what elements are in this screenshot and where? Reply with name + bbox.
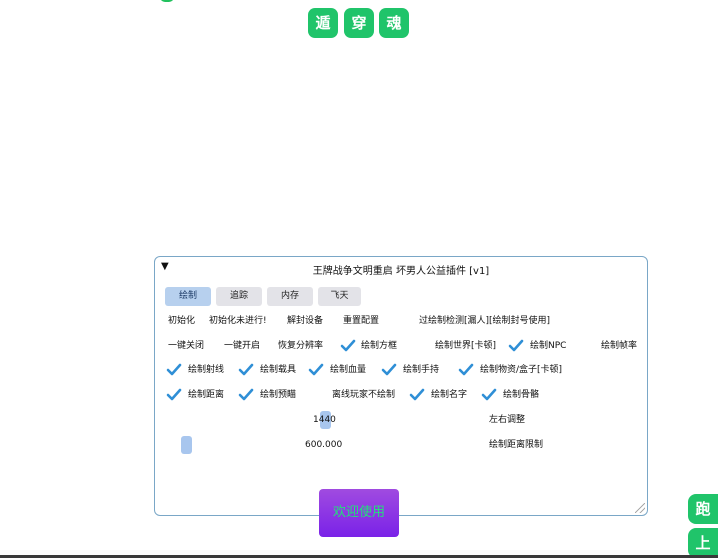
draw-distance-limit-value: 600.000 [305, 440, 343, 450]
draw-vehicle-check-icon[interactable] [238, 363, 254, 377]
cheat-panel: ▼ 王牌战争文明重启 坏男人公益插件 [v1] 绘制 追踪 内存 飞天 初始化 … [154, 256, 648, 516]
status-indicator-icon [160, 0, 174, 2]
draw-held-check-icon[interactable] [381, 363, 397, 377]
restore-resolution-button[interactable]: 恢复分辨率 [278, 339, 323, 353]
tab-fly[interactable]: 飞天 [318, 287, 361, 306]
open-all-button[interactable]: 一键开启 [224, 339, 260, 353]
offline-player-option[interactable]: 离线玩家不绘制 [332, 388, 395, 402]
draw-distance-label: 绘制距离 [188, 390, 225, 400]
tab-track[interactable]: 追踪 [216, 287, 262, 306]
reset-config-button[interactable]: 重置配置 [343, 314, 379, 328]
draw-supplies-check-icon[interactable] [458, 363, 474, 377]
draw-held-label: 绘制手持 [403, 365, 440, 375]
draw-box-label: 绘制方框 [361, 341, 398, 351]
draw-health-check-icon[interactable] [308, 363, 324, 377]
draw-skeleton-label: 绘制骨骼 [503, 390, 540, 400]
draw-world-option[interactable]: 绘制世界[卡顿] [435, 339, 496, 353]
draw-name-check-icon[interactable] [409, 388, 425, 402]
top-button-1[interactable]: 遁 [308, 8, 338, 38]
draw-distance-limit-label: 绘制距离限制 [489, 440, 544, 450]
draw-name-label: 绘制名字 [431, 390, 468, 400]
bypass-detection-button[interactable]: 过绘制检测[漏人][绘制封号使用] [419, 314, 550, 328]
welcome-button[interactable]: 欢迎使用 [319, 489, 399, 537]
draw-aim-label: 绘制预瞄 [260, 390, 297, 400]
draw-npc-label: 绘制NPC [530, 341, 567, 351]
draw-ray-label: 绘制射线 [188, 365, 225, 375]
draw-ray-check-icon[interactable] [166, 363, 182, 377]
draw-health-label: 绘制血量 [330, 365, 367, 375]
draw-skeleton-check-icon[interactable] [481, 388, 497, 402]
draw-distance-limit-slider[interactable] [181, 436, 192, 454]
top-button-3[interactable]: 魂 [379, 8, 409, 38]
resize-handle-icon[interactable] [635, 503, 645, 513]
draw-npc-check-icon[interactable] [508, 339, 524, 353]
horizontal-adjust-value: 1440 [313, 415, 336, 425]
draw-supplies-label: 绘制物资/盒子[卡顿] [480, 365, 563, 375]
panel-title: 王牌战争文明重启 坏男人公益插件 [v1] [312, 266, 490, 277]
draw-distance-check-icon[interactable] [166, 388, 182, 402]
unban-device-button[interactable]: 解封设备 [287, 314, 323, 328]
up-button[interactable]: 上 [688, 528, 718, 558]
draw-fps-option[interactable]: 绘制帧率 [601, 339, 637, 353]
top-button-2[interactable]: 穿 [344, 8, 374, 38]
run-button[interactable]: 跑 [688, 494, 718, 524]
init-button[interactable]: 初始化 [168, 314, 195, 328]
horizontal-adjust-label: 左右调整 [489, 415, 526, 425]
draw-aim-check-icon[interactable] [238, 388, 254, 402]
status-bar [0, 0, 718, 6]
tab-memory[interactable]: 内存 [267, 287, 313, 306]
draw-box-check-icon[interactable] [340, 339, 356, 353]
tab-draw[interactable]: 绘制 [165, 287, 211, 306]
draw-vehicle-label: 绘制载具 [260, 365, 297, 375]
close-all-button[interactable]: 一键关闭 [168, 339, 204, 353]
init-status: 初始化未进行! [209, 316, 267, 326]
